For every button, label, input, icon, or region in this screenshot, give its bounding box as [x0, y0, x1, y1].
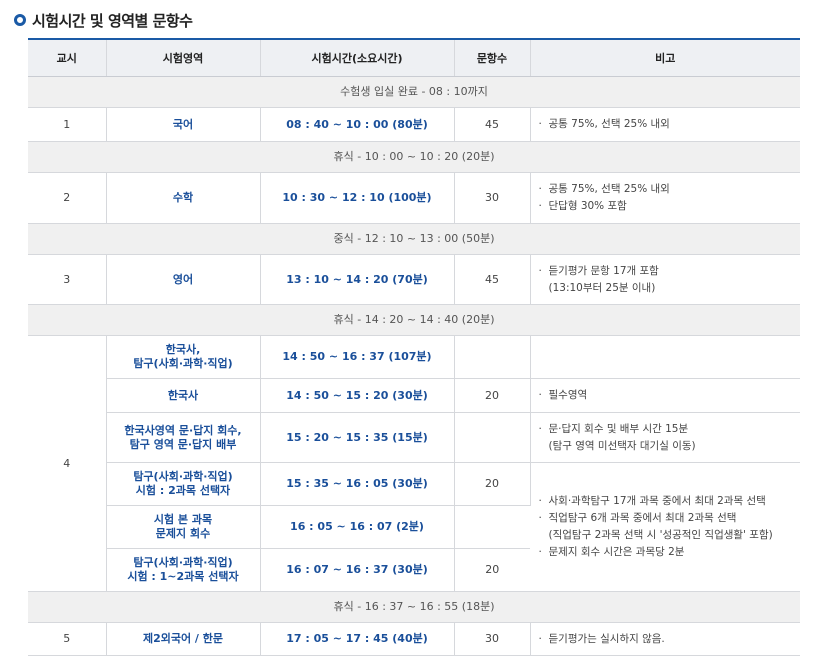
- time-cell: 10 : 30 ~ 12 : 10 (100분): [260, 172, 455, 224]
- table-header-row: 교시 시험영역 시험시간(소요시간) 문항수 비고: [28, 38, 800, 77]
- time-cell: 17 : 05 ~ 17 : 45 (40분): [260, 622, 455, 656]
- note-text: 문제지 회수 시간은 과목당 2분: [548, 546, 685, 558]
- count-cell: 20: [454, 378, 531, 413]
- header-count: 문항수: [454, 38, 531, 77]
- note-text: 필수영역: [548, 389, 588, 401]
- subject-line: 시험 : 1~2과목 선택자: [127, 570, 239, 583]
- period-cell: 1: [28, 107, 107, 142]
- subject-cell: 탐구(사회·과학·직업) 시험 : 2과목 선택자: [106, 462, 261, 506]
- note-text: (13:10부터 25분 이내): [548, 281, 656, 294]
- note-text: 공통 75%, 선택 25% 내외: [548, 183, 670, 195]
- count-cell: [454, 505, 530, 549]
- count-cell: 45: [454, 107, 531, 142]
- subject-line: 탐구(사회·과학·직업): [133, 556, 233, 569]
- note-text: 듣기평가 문항 17개 포함: [548, 264, 659, 277]
- table-row: 5 제2외국어 / 한문 17 : 05 ~ 17 : 45 (40분) 30 …: [28, 622, 800, 656]
- count-cell: 30: [454, 622, 531, 656]
- section-title: 시험시간 및 영역별 문항수: [14, 8, 193, 32]
- header-time: 시험시간(소요시간): [260, 38, 455, 77]
- table-row: 한국사영역 문·답지 회수, 탐구 영역 문·답지 배부 15 : 20 ~ 1…: [28, 412, 800, 463]
- note-text: (탐구 영역 미선택자 대기실 이동): [548, 439, 696, 452]
- subject-cell: 제2외국어 / 한문: [106, 622, 261, 656]
- time-cell: 16 : 07 ~ 16 : 37 (30분): [260, 548, 455, 592]
- count-cell: [454, 412, 531, 463]
- entry-text: 수험생 입실 완료 - 08 : 10까지: [28, 76, 800, 108]
- time-cell: 15 : 20 ~ 15 : 35 (15분): [260, 412, 455, 463]
- time-cell: 16 : 05 ~ 16 : 07 (2분): [260, 505, 455, 549]
- break-row: 휴식 - 16 : 37 ~ 16 : 55 (18분): [28, 591, 800, 623]
- entry-row: 수험생 입실 완료 - 08 : 10까지: [28, 76, 800, 108]
- period-cell: 3: [28, 254, 107, 305]
- subject-line: 시험 본 과목: [153, 513, 213, 526]
- note-text: 공통 75%, 선택 25% 내외: [548, 118, 670, 130]
- note-text: 직업탐구 6개 과목 중에서 최대 2과목 선택: [548, 512, 737, 524]
- time-cell: 08 : 40 ~ 10 : 00 (80분): [260, 107, 455, 142]
- subject-line: 문제지 회수: [155, 527, 211, 540]
- subject-cell: 국어: [106, 107, 261, 142]
- subject-cell: 한국사: [106, 378, 261, 413]
- time-cell: 15 : 35 ~ 16 : 05 (30분): [260, 462, 455, 506]
- table-row: 3 영어 13 : 10 ~ 14 : 20 (70분) 45 · 듣기평가 문항…: [28, 254, 800, 305]
- note-cell: · 공통 75%, 선택 25% 내외 · 단답형 30% 포함: [530, 172, 800, 224]
- subject-line: 탐구(사회·과학·직업): [133, 357, 233, 370]
- lunch-text: 중식 - 12 : 10 ~ 13 : 00 (50분): [28, 223, 800, 255]
- table-row: 1 국어 08 : 40 ~ 10 : 00 (80분) 45 · 공통 75%,…: [28, 107, 800, 142]
- break-row: 휴식 - 10 : 00 ~ 10 : 20 (20분): [28, 141, 800, 173]
- subject-cell: 영어: [106, 254, 261, 305]
- subject-cell: 시험 본 과목 문제지 회수: [106, 505, 261, 549]
- note-text: 단답형 30% 포함: [548, 200, 627, 212]
- note-cell: · 듣기평가 문항 17개 포함 (13:10부터 25분 이내): [530, 254, 800, 305]
- subject-line: 한국사,: [165, 343, 201, 356]
- header-note: 비고: [530, 38, 800, 77]
- lunch-row: 중식 - 12 : 10 ~ 13 : 00 (50분): [28, 223, 800, 255]
- note-cell: [530, 335, 800, 379]
- subject-cell: 한국사영역 문·답지 회수, 탐구 영역 문·답지 배부: [106, 412, 261, 463]
- table-row: 4 한국사, 탐구(사회·과학·직업) 14 : 50 ~ 16 : 37 (1…: [28, 335, 800, 592]
- subject-cell: 탐구(사회·과학·직업) 시험 : 1~2과목 선택자: [106, 548, 261, 592]
- note-cell: · 필수영역: [530, 378, 800, 413]
- break-row: 휴식 - 14 : 20 ~ 14 : 40 (20분): [28, 304, 800, 336]
- count-cell: 20: [454, 548, 530, 592]
- table-row: 2 수학 10 : 30 ~ 12 : 10 (100분) 30 · 공통 75%…: [28, 172, 800, 224]
- circle-bullet-icon: [14, 14, 26, 26]
- subject-line: 시험 : 2과목 선택자: [135, 484, 231, 497]
- note-cell: · 문·답지 회수 및 배부 시간 15분 (탐구 영역 미선택자 대기실 이동): [530, 412, 800, 463]
- time-cell: 14 : 50 ~ 15 : 20 (30분): [260, 378, 455, 413]
- period-cell: 4: [28, 335, 107, 592]
- header-period: 교시: [28, 38, 107, 77]
- header-subject: 시험영역: [106, 38, 261, 77]
- note-cell: · 공통 75%, 선택 25% 내외: [530, 107, 800, 142]
- page-title: 시험시간 및 영역별 문항수: [32, 11, 193, 30]
- time-cell: 13 : 10 ~ 14 : 20 (70분): [260, 254, 455, 305]
- break-text: 휴식 - 16 : 37 ~ 16 : 55 (18분): [28, 591, 800, 623]
- exam-schedule-table: 교시 시험영역 시험시간(소요시간) 문항수 비고 수험생 입실 완료 - 08…: [28, 38, 800, 656]
- subject-line: 한국사영역 문·답지 회수,: [124, 423, 242, 437]
- count-cell: [454, 335, 531, 379]
- table-row: 한국사 14 : 50 ~ 15 : 20 (30분) 20 · 필수영역: [28, 378, 800, 413]
- break-text: 휴식 - 14 : 20 ~ 14 : 40 (20분): [28, 304, 800, 336]
- count-cell: 30: [454, 172, 531, 224]
- note-cell: · 사회·과학탐구 17개 과목 중에서 최대 2과목 선택 · 직업탐구 6개 과…: [530, 462, 800, 592]
- note-text: 듣기평가는 실시하지 않음.: [548, 632, 665, 645]
- subject-line: 탐구(사회·과학·직업): [133, 470, 233, 483]
- break-text: 휴식 - 10 : 00 ~ 10 : 20 (20분): [28, 141, 800, 173]
- count-cell: 20: [454, 462, 531, 506]
- count-cell: 45: [454, 254, 531, 305]
- note-text: 문·답지 회수 및 배부 시간 15분: [548, 422, 689, 435]
- subject-cell: 한국사, 탐구(사회·과학·직업): [106, 335, 261, 379]
- period-cell: 2: [28, 172, 107, 224]
- note-text: (직업탐구 2과목 선택 시 '성공적인 직업생활' 포함): [548, 529, 773, 541]
- time-cell: 14 : 50 ~ 16 : 37 (107분): [260, 335, 455, 379]
- subject-cell: 수학: [106, 172, 261, 224]
- period-cell: 5: [28, 622, 107, 656]
- table-row: 탐구(사회·과학·직업) 시험 : 2과목 선택자 15 : 35 ~ 16 :…: [28, 462, 800, 592]
- note-text: 사회·과학탐구 17개 과목 중에서 최대 2과목 선택: [548, 495, 766, 507]
- note-cell: · 듣기평가는 실시하지 않음.: [530, 622, 800, 656]
- subject-line: 탐구 영역 문·답지 배부: [129, 437, 237, 451]
